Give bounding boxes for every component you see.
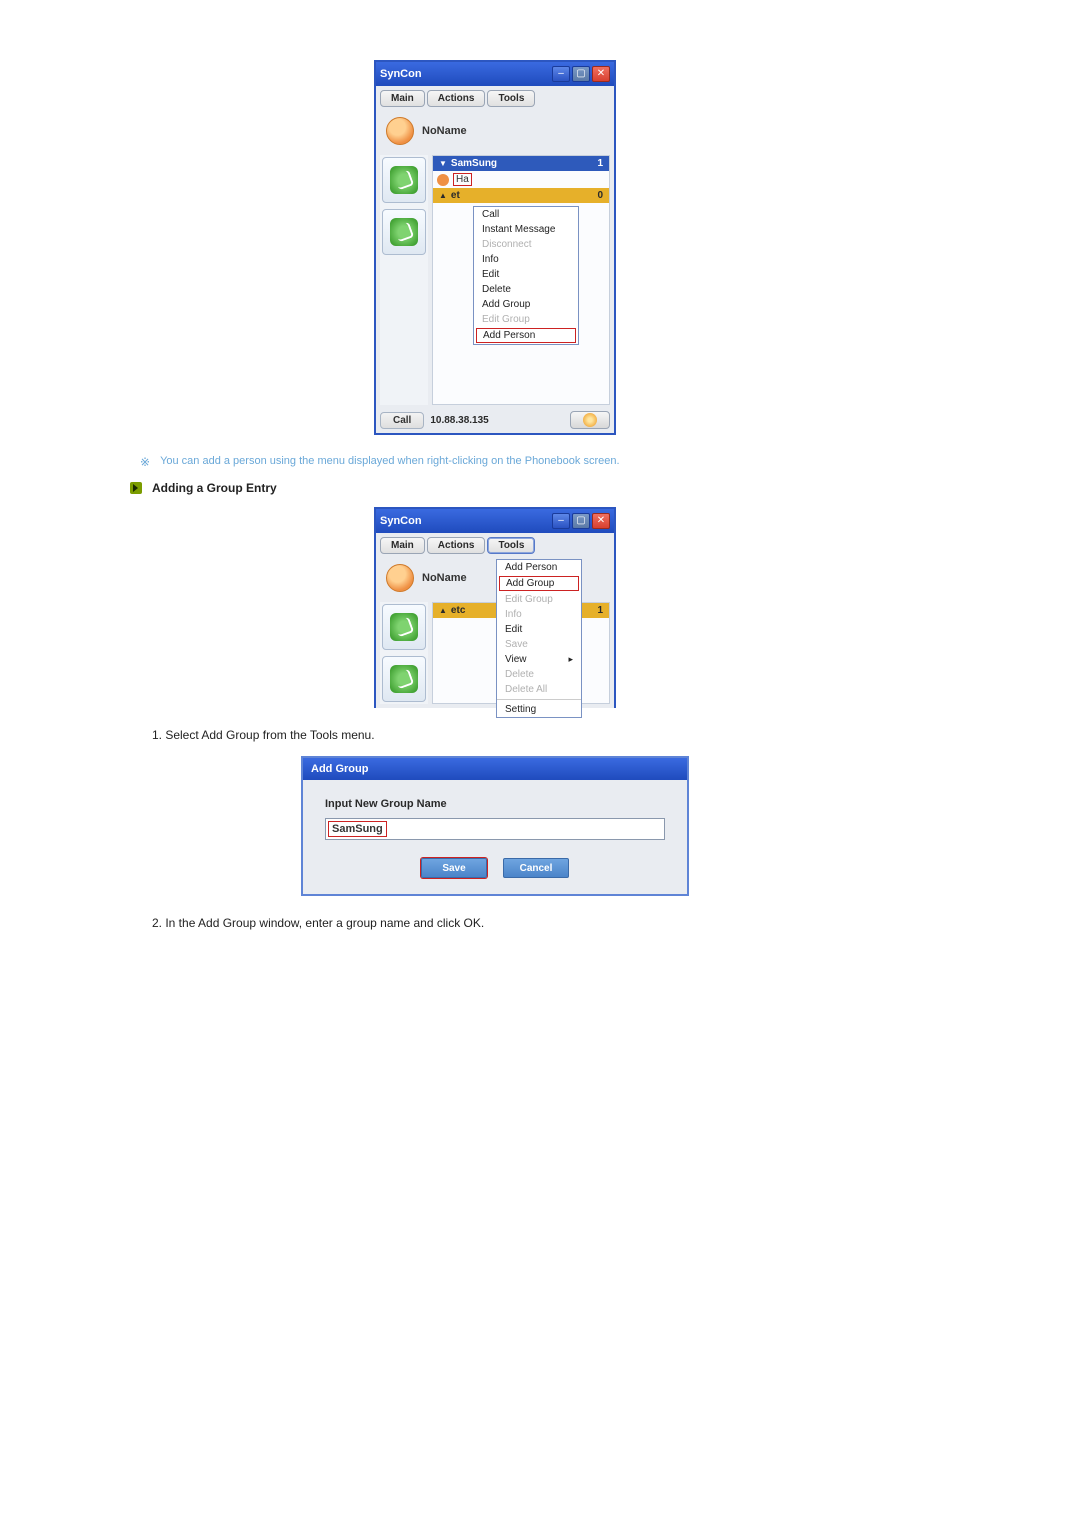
group-count: 1 <box>597 158 603 169</box>
phone-out-icon <box>390 218 418 246</box>
contact-row[interactable]: Ha <box>433 171 609 188</box>
step-1: 1. Select Add Group from the Tools menu. <box>152 728 860 742</box>
contact-avatar-icon <box>437 174 449 186</box>
avatar <box>386 564 414 592</box>
group-name: SamSung <box>451 158 497 169</box>
contact-name: Ha <box>453 173 472 186</box>
ctx-call[interactable]: Call <box>474 207 578 222</box>
menu-tools[interactable]: Tools <box>487 90 535 107</box>
status-bar: Call 10.88.38.135 <box>380 411 610 429</box>
tools-info: Info <box>497 607 581 622</box>
sidebar-callers-button[interactable] <box>382 157 426 203</box>
tools-add-person[interactable]: Add Person <box>497 560 581 575</box>
sidebar-dialed-button[interactable] <box>382 656 426 702</box>
section-heading: Adding a Group Entry <box>130 481 860 495</box>
ctx-disconnect: Disconnect <box>474 237 578 252</box>
tools-delete: Delete <box>497 667 581 682</box>
save-button[interactable]: Save <box>421 858 487 878</box>
group-name-input[interactable]: SamSung <box>325 818 665 840</box>
ctx-add-group[interactable]: Add Group <box>474 297 578 312</box>
add-group-dialog: Add Group Input New Group Name SamSung S… <box>301 756 689 896</box>
cancel-button[interactable]: Cancel <box>503 858 569 878</box>
group-etc-label: et <box>451 190 460 201</box>
menu-main[interactable]: Main <box>380 90 425 107</box>
restore-button[interactable]: ▢ <box>572 513 590 529</box>
minimize-button[interactable]: – <box>552 513 570 529</box>
menu-actions[interactable]: Actions <box>427 537 486 554</box>
dialog-title: Add Group <box>303 758 687 780</box>
heading-text: Adding a Group Entry <box>152 481 277 495</box>
ctx-edit[interactable]: Edit <box>474 267 578 282</box>
status-ip: 10.88.38.135 <box>430 415 488 426</box>
note-bullet-icon: ※ <box>140 455 150 469</box>
syncon-window-context: SynCon – ▢ ✕ Main Actions Tools NoName <box>374 60 616 435</box>
group-etc-label: etc <box>451 605 465 616</box>
minimize-button[interactable]: – <box>552 66 570 82</box>
phone-in-icon <box>390 613 418 641</box>
sidebar <box>380 602 428 704</box>
ctx-instant-message[interactable]: Instant Message <box>474 222 578 237</box>
window-title: SynCon <box>380 515 422 527</box>
group-header-etc[interactable]: et 0 <box>433 188 609 203</box>
titlebar: SynCon – ▢ ✕ <box>376 62 614 86</box>
ctx-add-person[interactable]: Add Person <box>476 328 576 343</box>
context-menu: Call Instant Message Disconnect Info Edi… <box>473 206 579 345</box>
note-text: You can add a person using the menu disp… <box>160 455 619 467</box>
menubar: Main Actions Tools <box>380 537 610 554</box>
window-title: SynCon <box>380 68 422 80</box>
tools-save: Save <box>497 637 581 652</box>
ctx-edit-group: Edit Group <box>474 312 578 327</box>
tools-edit[interactable]: Edit <box>497 622 581 637</box>
menu-actions[interactable]: Actions <box>427 90 486 107</box>
group-name-value: SamSung <box>328 821 387 837</box>
ctx-info[interactable]: Info <box>474 252 578 267</box>
menu-main[interactable]: Main <box>380 537 425 554</box>
tools-add-group[interactable]: Add Group <box>499 576 579 591</box>
group-etc-count: 0 <box>597 190 603 201</box>
tools-setting[interactable]: Setting <box>497 699 581 717</box>
phone-out-icon <box>390 665 418 693</box>
sidebar-dialed-button[interactable] <box>382 209 426 255</box>
profile-name: NoName <box>422 125 467 137</box>
step-2: 2. In the Add Group window, enter a grou… <box>152 916 860 930</box>
group-header-samsung[interactable]: SamSung 1 <box>433 156 609 171</box>
swirl-icon <box>583 413 597 427</box>
note: ※ You can add a person using the menu di… <box>140 455 860 469</box>
group-etc-count: 1 <box>597 605 603 616</box>
menu-tools[interactable]: Tools <box>487 537 535 554</box>
titlebar: SynCon – ▢ ✕ <box>376 509 614 533</box>
profile-name: NoName <box>422 572 467 584</box>
dialog-label: Input New Group Name <box>325 798 665 810</box>
menubar: Main Actions Tools <box>380 90 610 107</box>
avatar <box>386 117 414 145</box>
restore-button[interactable]: ▢ <box>572 66 590 82</box>
sidebar <box>380 155 428 405</box>
status-label: Call <box>380 412 424 429</box>
phonebook-pane[interactable]: SamSung 1 Ha et 0 <box>432 155 610 405</box>
status-call-button[interactable] <box>570 411 610 429</box>
tools-view[interactable]: View <box>497 652 581 667</box>
close-button[interactable]: ✕ <box>592 66 610 82</box>
close-button[interactable]: ✕ <box>592 513 610 529</box>
arrow-bullet-icon <box>130 482 142 494</box>
tools-delete-all: Delete All <box>497 682 581 697</box>
ctx-delete[interactable]: Delete <box>474 282 578 297</box>
phone-in-icon <box>390 166 418 194</box>
sidebar-callers-button[interactable] <box>382 604 426 650</box>
syncon-window-tools: SynCon – ▢ ✕ Main Actions Tools NoName <box>374 507 616 708</box>
tools-edit-group: Edit Group <box>497 592 581 607</box>
tools-dropdown: Add Person Add Group Edit Group Info Edi… <box>496 559 582 718</box>
